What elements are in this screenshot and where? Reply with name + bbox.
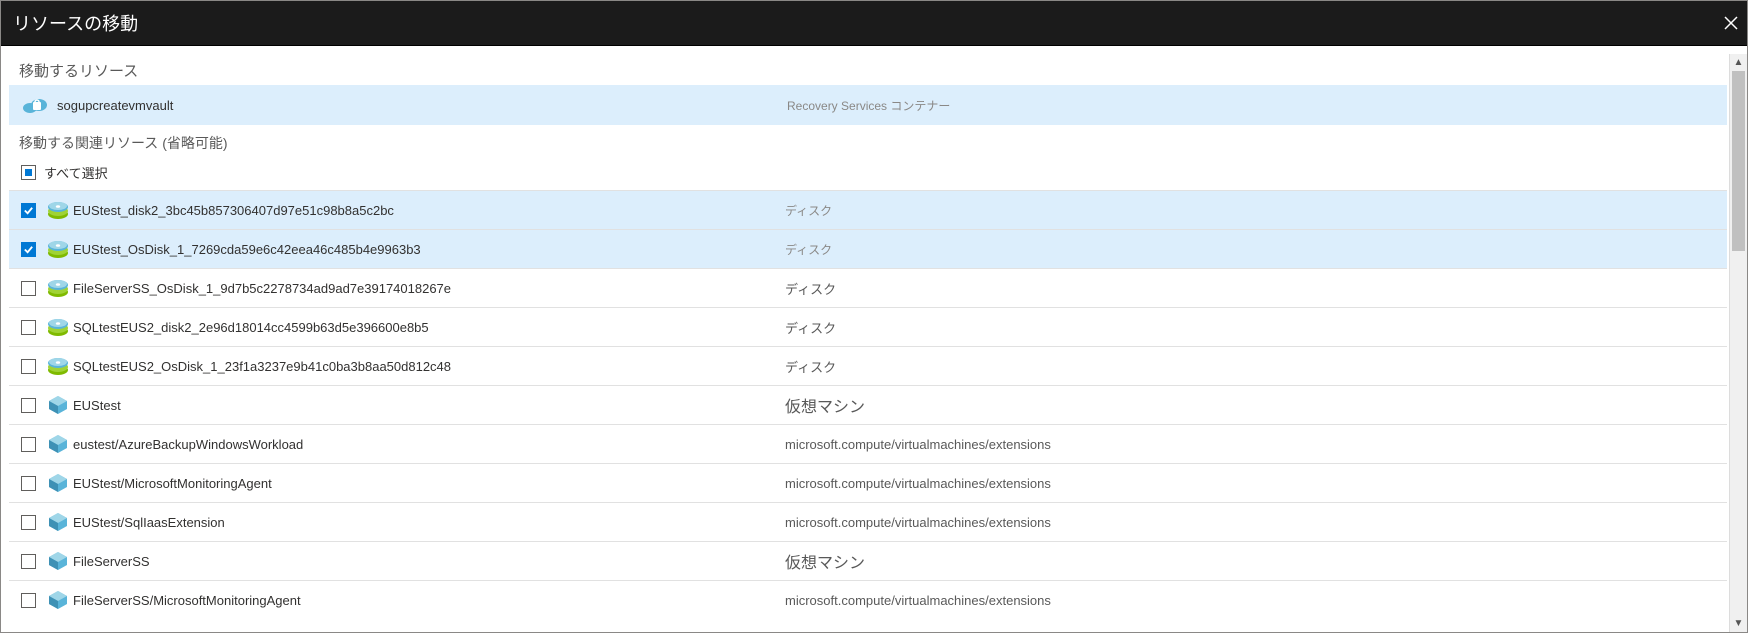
row-checkbox[interactable] xyxy=(21,242,36,257)
primary-resource-row: sogupcreatevmvault Recovery Services コンテ… xyxy=(9,85,1727,125)
resource-type: microsoft.compute/virtualmachines/extens… xyxy=(785,515,1051,530)
resource-name: EUStest/SqlIaasExtension xyxy=(73,515,785,530)
select-all-checkbox[interactable] xyxy=(21,165,36,180)
primary-resource-name: sogupcreatevmvault xyxy=(57,98,787,113)
scroll-up-arrow[interactable]: ▲ xyxy=(1730,54,1747,71)
vertical-scrollbar[interactable]: ▲ ▼ xyxy=(1729,54,1747,632)
resource-type: microsoft.compute/virtualmachines/extens… xyxy=(785,476,1051,491)
select-all-label: すべて選択 xyxy=(44,163,108,182)
resource-row[interactable]: SQLtestEUS2_disk2_2e96d18014cc4599b63d5e… xyxy=(9,307,1727,346)
resource-row[interactable]: EUStest/MicrosoftMonitoringAgentmicrosof… xyxy=(9,463,1727,502)
resource-type: ディスク xyxy=(785,279,836,298)
row-checkbox[interactable] xyxy=(21,203,36,218)
resource-name: SQLtestEUS2_disk2_2e96d18014cc4599b63d5e… xyxy=(73,320,785,335)
resource-type: microsoft.compute/virtualmachines/extens… xyxy=(785,593,1051,608)
resource-row[interactable]: SQLtestEUS2_OsDisk_1_23f1a3237e9b41c0ba3… xyxy=(9,346,1727,385)
close-icon[interactable] xyxy=(1721,1,1741,45)
disk-icon xyxy=(43,199,73,221)
primary-resource-type: Recovery Services コンテナー xyxy=(787,97,950,114)
resource-name: SQLtestEUS2_OsDisk_1_23f1a3237e9b41c0ba3… xyxy=(73,359,785,374)
blade-title: リソースの移動 xyxy=(13,10,138,36)
ext-icon xyxy=(43,511,73,533)
select-all-row[interactable]: すべて選択 xyxy=(9,159,1729,190)
blade-header: リソースの移動 xyxy=(1,1,1747,46)
row-checkbox[interactable] xyxy=(21,554,36,569)
resource-row[interactable]: EUStest_disk2_3bc45b857306407d97e51c98b8… xyxy=(9,190,1727,229)
resource-type: 仮想マシン xyxy=(785,393,865,417)
row-checkbox[interactable] xyxy=(21,359,36,374)
resource-row[interactable]: EUStest/SqlIaasExtensionmicrosoft.comput… xyxy=(9,502,1727,541)
disk-icon xyxy=(43,277,73,299)
row-checkbox[interactable] xyxy=(21,593,36,608)
related-section-title: 移動する関連リソース (省略可能) xyxy=(9,125,1729,159)
resource-type: ディスク xyxy=(785,202,832,219)
scroll-thumb[interactable] xyxy=(1732,71,1745,251)
resource-row[interactable]: FileServerSS_OsDisk_1_9d7b5c2278734ad9ad… xyxy=(9,268,1727,307)
resource-row[interactable]: EUStest仮想マシン xyxy=(9,385,1727,424)
ext-icon xyxy=(43,472,73,494)
resource-name: eustest/AzureBackupWindowsWorkload xyxy=(73,437,785,452)
resource-name: FileServerSS/MicrosoftMonitoringAgent xyxy=(73,593,785,608)
row-checkbox[interactable] xyxy=(21,515,36,530)
row-checkbox[interactable] xyxy=(21,398,36,413)
resource-name: EUStest_OsDisk_1_7269cda59e6c42eea46c485… xyxy=(73,242,785,257)
resource-type: ディスク xyxy=(785,357,836,376)
resource-row[interactable]: eustest/AzureBackupWindowsWorkloadmicros… xyxy=(9,424,1727,463)
resource-name: FileServerSS_OsDisk_1_9d7b5c2278734ad9ad… xyxy=(73,281,785,296)
vm-icon xyxy=(43,394,73,416)
recovery-vault-icon xyxy=(21,96,49,114)
ext-icon xyxy=(43,433,73,455)
row-checkbox[interactable] xyxy=(21,476,36,491)
resource-name: FileServerSS xyxy=(73,554,785,569)
resource-name: EUStest_disk2_3bc45b857306407d97e51c98b8… xyxy=(73,203,785,218)
vm-icon xyxy=(43,550,73,572)
resource-name: EUStest xyxy=(73,398,785,413)
row-checkbox[interactable] xyxy=(21,320,36,335)
disk-icon xyxy=(43,316,73,338)
resource-row[interactable]: EUStest_OsDisk_1_7269cda59e6c42eea46c485… xyxy=(9,229,1727,268)
resource-type: ディスク xyxy=(785,241,832,258)
row-checkbox[interactable] xyxy=(21,281,36,296)
resource-list: EUStest_disk2_3bc45b857306407d97e51c98b8… xyxy=(9,190,1729,632)
resource-type: 仮想マシン xyxy=(785,549,865,573)
scroll-track[interactable] xyxy=(1730,71,1747,615)
primary-section-title: 移動するリソース xyxy=(9,54,1729,85)
resource-name: EUStest/MicrosoftMonitoringAgent xyxy=(73,476,785,491)
resource-type: ディスク xyxy=(785,318,836,337)
resource-row[interactable]: FileServerSS/MicrosoftMonitoringAgentmic… xyxy=(9,580,1727,619)
scroll-down-arrow[interactable]: ▼ xyxy=(1730,615,1747,632)
resource-row[interactable]: FileServerSS仮想マシン xyxy=(9,541,1727,580)
disk-icon xyxy=(43,355,73,377)
ext-icon xyxy=(43,589,73,611)
row-checkbox[interactable] xyxy=(21,437,36,452)
resource-type: microsoft.compute/virtualmachines/extens… xyxy=(785,437,1051,452)
disk-icon xyxy=(43,238,73,260)
